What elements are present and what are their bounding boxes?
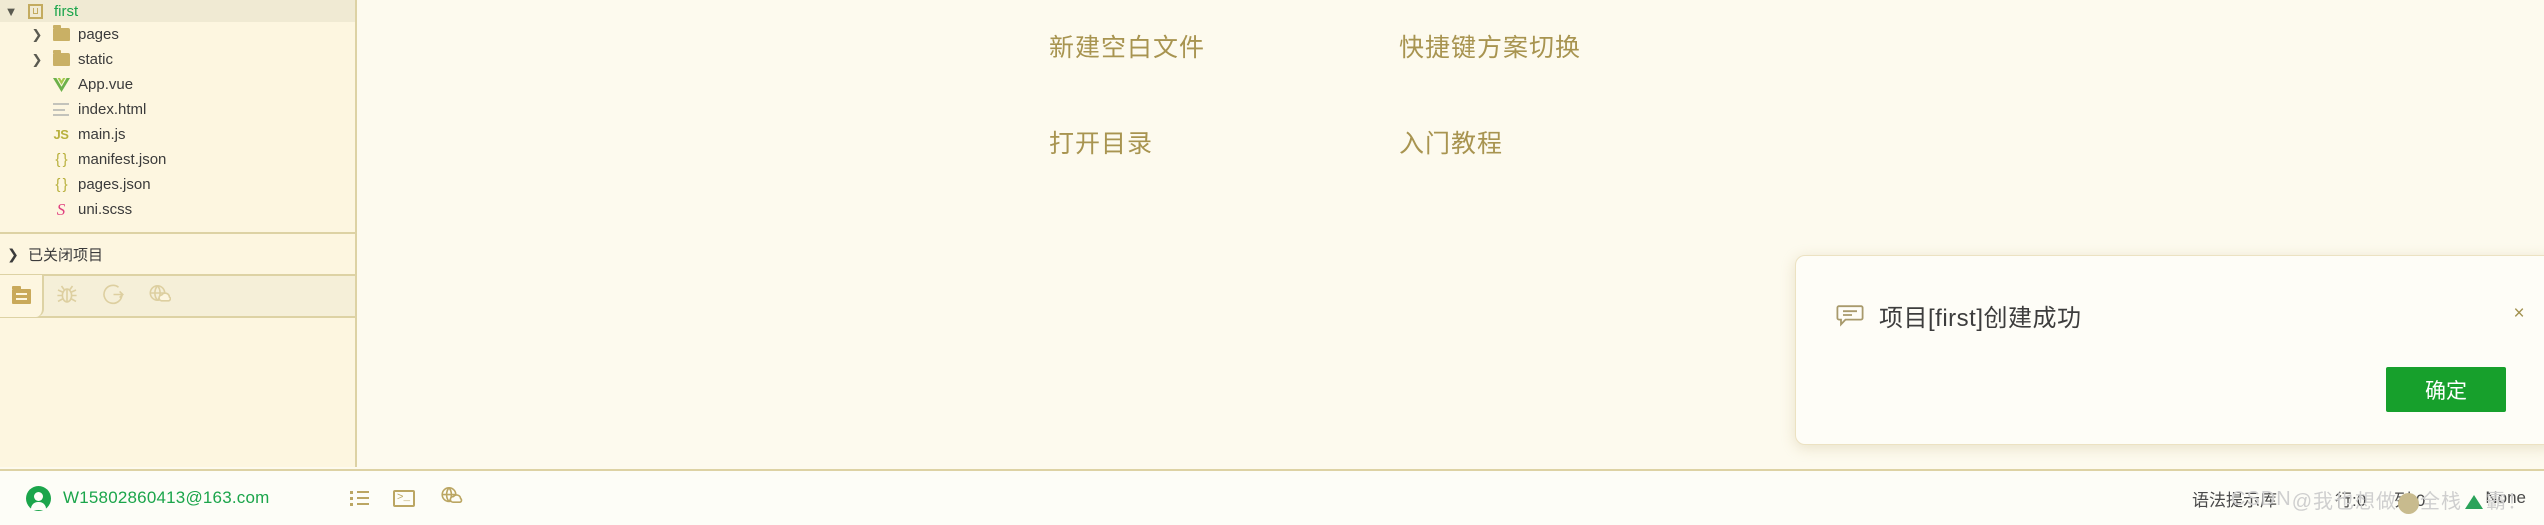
action-open-directory[interactable]: 打开目录 bbox=[1049, 124, 1399, 160]
sass-icon: S bbox=[56, 200, 66, 219]
tree-row-app-vue[interactable]: ❯ App.vue bbox=[0, 72, 355, 97]
cursor-column-label: 列:0 bbox=[2394, 490, 2426, 510]
dialog-title: 项目[first]创建成功 bbox=[1879, 305, 2082, 332]
encoding-label[interactable]: None bbox=[2485, 488, 2526, 508]
close-icon[interactable]: × bbox=[2508, 302, 2530, 324]
avatar bbox=[26, 485, 51, 511]
folder-icon bbox=[48, 50, 74, 66]
chevron-right-icon[interactable]: ❯ bbox=[0, 247, 26, 261]
tree-item-label: static bbox=[78, 51, 114, 68]
vue-icon bbox=[48, 77, 74, 92]
tree-indent-spacer: ❯ bbox=[26, 203, 48, 216]
tree-item-label: manifest.json bbox=[78, 151, 167, 168]
tree-indent-spacer: ❯ bbox=[26, 178, 48, 191]
tab-debug[interactable] bbox=[44, 275, 90, 317]
tab-run-share[interactable] bbox=[90, 275, 136, 317]
tree-row-static[interactable]: ❯ static bbox=[0, 47, 355, 72]
project-name-label: first bbox=[54, 2, 79, 20]
closed-projects-label: 已关闭项目 bbox=[28, 246, 104, 264]
globe-cloud-icon[interactable] bbox=[439, 485, 463, 511]
hbuilderx-window: ▼ first ❯ pages ❯ static ❯ bbox=[0, 0, 2544, 525]
uni-badge-icon bbox=[22, 3, 48, 19]
cursor-line-label: 行:0 bbox=[2334, 490, 2367, 510]
json-icon: { } bbox=[55, 176, 67, 193]
tab-cloud[interactable] bbox=[136, 275, 182, 317]
tree-indent-spacer: ❯ bbox=[26, 103, 48, 116]
tree-item-label: App.vue bbox=[78, 76, 134, 93]
json-icon: { } bbox=[55, 151, 67, 168]
tree-row-pages-json[interactable]: ❯ { } pages.json bbox=[0, 172, 355, 197]
terminal-share-icon bbox=[101, 283, 125, 310]
notification-dialog: 项目[first]创建成功 × 确定 bbox=[1795, 255, 2544, 445]
js-icon: JS bbox=[53, 127, 69, 142]
account-email-label: W15802860413@163.com bbox=[63, 488, 270, 507]
project-sidebar: ▼ first ❯ pages ❯ static ❯ bbox=[0, 0, 357, 467]
tree-item-label: main.js bbox=[78, 126, 126, 143]
action-getting-started-tutorial[interactable]: 入门教程 bbox=[1399, 124, 1749, 160]
folder-icon bbox=[48, 25, 74, 41]
tree-row-main-js[interactable]: ❯ JS main.js bbox=[0, 122, 355, 147]
tree-indent-spacer: ❯ bbox=[26, 153, 48, 166]
tree-row-manifest-json[interactable]: ❯ { } manifest.json bbox=[0, 147, 355, 172]
list-icon[interactable] bbox=[349, 490, 369, 506]
status-bar: W15802860413@163.com >_ 语法提示库 行:0 列:0 No… bbox=[0, 469, 2544, 525]
tree-item-label: index.html bbox=[78, 101, 147, 118]
bug-icon bbox=[55, 283, 79, 310]
project-tree: ▼ first ❯ pages ❯ static ❯ bbox=[0, 0, 355, 232]
status-right-group: 语法提示库 行:0 列:0 None bbox=[2192, 486, 2544, 511]
globe-cloud-icon bbox=[147, 283, 172, 310]
syntax-hint-library[interactable]: 语法提示库 bbox=[2192, 486, 2277, 511]
tree-indent-spacer: ❯ bbox=[26, 78, 48, 91]
tree-row-index-html[interactable]: ❯ index.html bbox=[0, 97, 355, 122]
tree-item-label: pages bbox=[78, 26, 119, 43]
chevron-right-icon[interactable]: ❯ bbox=[26, 28, 48, 41]
chevron-down-icon[interactable]: ▼ bbox=[0, 5, 22, 18]
confirm-button[interactable]: 确定 bbox=[2386, 367, 2506, 412]
closed-projects-section[interactable]: ❯ 已关闭项目 bbox=[0, 232, 355, 276]
status-account[interactable]: W15802860413@163.com bbox=[0, 485, 270, 511]
tree-row-uni-scss[interactable]: ❯ S uni.scss bbox=[0, 197, 355, 222]
project-manager-icon bbox=[11, 285, 31, 304]
terminal-icon[interactable]: >_ bbox=[392, 489, 415, 507]
tree-row-project-first[interactable]: ▼ first bbox=[0, 0, 355, 22]
tree-item-label: uni.scss bbox=[78, 201, 133, 218]
dialog-header: 项目[first]创建成功 bbox=[1836, 298, 2082, 333]
status-tool-icons: >_ bbox=[349, 485, 463, 511]
tree-row-pages[interactable]: ❯ pages bbox=[0, 22, 355, 47]
message-bubble-icon bbox=[1836, 304, 1864, 327]
welcome-actions: 新建空白文件 快捷键方案切换 打开目录 入门教程 bbox=[1049, 28, 1749, 160]
action-shortcut-scheme-switch[interactable]: 快捷键方案切换 bbox=[1399, 28, 1749, 64]
tree-indent-spacer: ❯ bbox=[26, 128, 48, 141]
html-icon bbox=[48, 103, 74, 116]
tree-item-label: pages.json bbox=[78, 176, 151, 193]
tab-project-manager[interactable] bbox=[0, 275, 44, 317]
action-new-blank-file[interactable]: 新建空白文件 bbox=[1049, 28, 1399, 64]
sidebar-tabstrip bbox=[0, 275, 355, 318]
chevron-right-icon[interactable]: ❯ bbox=[26, 53, 48, 66]
